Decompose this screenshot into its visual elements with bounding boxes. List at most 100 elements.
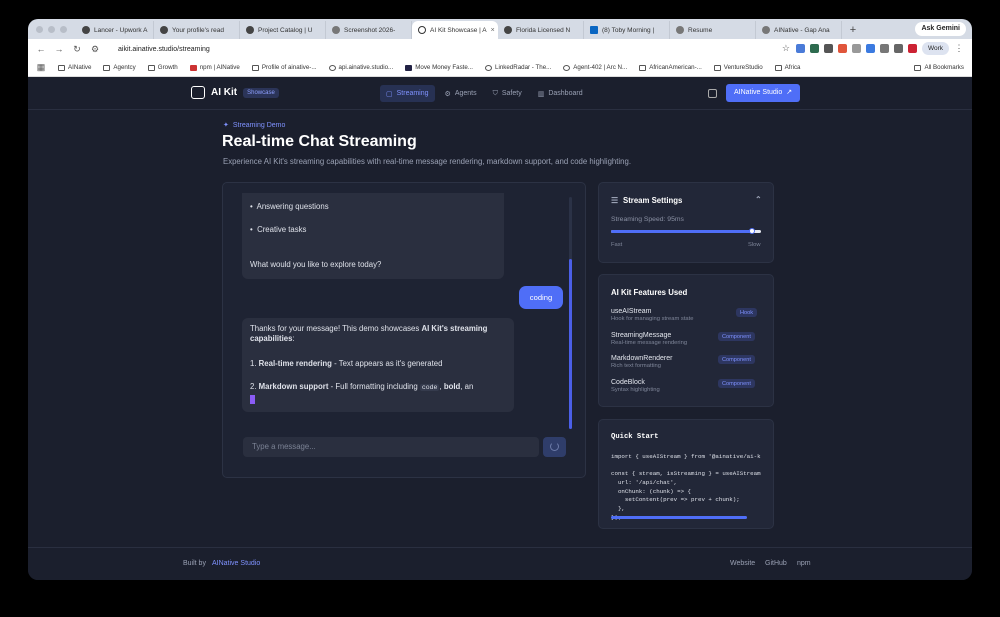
chat-logo-icon — [191, 86, 205, 99]
bookmark[interactable]: VentureStudio — [713, 64, 763, 71]
extension-icon[interactable] — [809, 44, 819, 53]
extension-icon[interactable] — [893, 44, 903, 53]
scrollbar-thumb[interactable] — [569, 259, 572, 429]
profile-button[interactable]: Work — [921, 42, 949, 55]
chat-panel: • Answering questions • Creative tasks W… — [222, 182, 586, 478]
npm-icon — [189, 64, 197, 71]
hero-tag: ✦ Streaming Demo — [223, 121, 286, 130]
upwork-icon — [82, 26, 90, 34]
nav-agents[interactable]: ⚙ Agents — [439, 85, 483, 102]
bookmarks-bar: ▦ AINative Agentcy Growth npm | AINative… — [28, 59, 972, 77]
sliders-icon: ☰ — [611, 196, 618, 205]
extension-icon[interactable] — [823, 44, 833, 53]
send-button[interactable] — [543, 437, 566, 457]
page-subtitle: Experience AI Kit's streaming capabiliti… — [223, 157, 632, 166]
slider-max-label: Slow — [748, 242, 761, 248]
bookmark[interactable]: Agentcy — [103, 64, 136, 71]
nav-streaming[interactable]: ▢ Streaming — [380, 85, 435, 102]
list-item: • Answering questions — [250, 202, 329, 211]
browser-tab-active[interactable]: AI Kit Showcase | A × — [412, 21, 498, 39]
browser-tab[interactable]: AINative - Gap Ana — [756, 21, 842, 39]
brand-logo[interactable]: AI Kit Showcase — [191, 86, 279, 99]
bookmark[interactable]: AfricanAmerican-... — [639, 64, 702, 71]
code-scrollbar[interactable] — [611, 516, 747, 519]
globe-icon — [762, 26, 770, 34]
upwork-icon — [504, 26, 512, 34]
browser-tab[interactable]: Your profile's read — [154, 21, 240, 39]
assistant-message-streaming: Thanks for your message! This demo showc… — [242, 318, 514, 412]
site-footer: Built by AINative Studio Website GitHub … — [28, 547, 972, 580]
menu-icon[interactable]: ⋮ — [954, 43, 964, 54]
speed-slider[interactable] — [611, 228, 761, 234]
extension-icon[interactable] — [837, 44, 847, 53]
message-input[interactable]: Type a message... — [243, 437, 539, 457]
page-title: Real-time Chat Streaming — [222, 133, 417, 150]
bookmark[interactable]: AINative — [58, 64, 91, 71]
all-bookmarks[interactable]: All Bookmarks — [914, 64, 964, 71]
extension-icon[interactable] — [865, 44, 875, 53]
browser-tab[interactable]: Florida Licensed N — [498, 21, 584, 39]
extension-icon[interactable] — [907, 44, 917, 53]
stream-settings-panel: ☰ Stream Settings ⌃ Streaming Speed: 95m… — [598, 182, 774, 263]
quick-start-panel: Quick Start import { useAIStream } from … — [598, 419, 774, 529]
message-intro: Thanks for your message! This demo showc… — [250, 324, 488, 344]
close-dot[interactable] — [36, 26, 43, 33]
footer-link-website[interactable]: Website — [730, 560, 755, 567]
browser-tab[interactable]: Screenshot 2026- — [326, 21, 412, 39]
footer-link-github[interactable]: GitHub — [765, 560, 787, 567]
bookmark[interactable]: Profile of ainative-... — [251, 64, 317, 71]
message-text: What would you like to explore today? — [250, 260, 382, 269]
nav-safety[interactable]: ⛉ Safety — [487, 85, 528, 102]
feature-item: CodeBlock Syntax highlighting — [611, 379, 660, 393]
sparkle-icon: ✦ — [223, 122, 229, 129]
user-message: coding — [519, 286, 563, 309]
code-block: import { useAIStream } from '@ainative/a… — [611, 453, 761, 521]
feature-tag: Component — [718, 332, 755, 341]
footer-link-npm[interactable]: npm — [797, 560, 811, 567]
bookmark[interactable]: api.ainative.studio... — [328, 64, 393, 71]
new-tab-button[interactable]: + — [846, 21, 860, 39]
minimize-dot[interactable] — [48, 26, 55, 33]
globe-icon — [676, 26, 684, 34]
nav-dashboard[interactable]: ▥ Dashboard — [532, 85, 589, 102]
browser-tab[interactable]: (8) Toby Morning | — [584, 21, 670, 39]
bookmark[interactable]: Move Money Faste... — [405, 64, 473, 71]
maximize-dot[interactable] — [60, 26, 67, 33]
inline-code: code — [419, 384, 440, 391]
bookmark[interactable]: LinkedRadar - The... — [485, 64, 551, 71]
ainative-studio-button[interactable]: AINative Studio ↗ — [726, 84, 801, 102]
site-info-icon[interactable]: ⚙ — [90, 44, 100, 55]
chat-icon: ▢ — [386, 90, 393, 98]
star-icon[interactable]: ☆ — [781, 43, 791, 54]
bookmark[interactable]: npm | AINative — [189, 64, 240, 71]
forward-icon[interactable]: → — [54, 44, 64, 54]
bookmark[interactable]: Africa — [774, 64, 801, 71]
browser-tab[interactable]: Resume — [670, 21, 756, 39]
built-by-link[interactable]: AINative Studio — [212, 560, 260, 567]
puzzle-icon[interactable] — [879, 44, 889, 53]
slider-min-label: Fast — [611, 242, 623, 248]
page-icon — [251, 64, 259, 71]
ask-gemini-button[interactable]: Ask Gemini — [915, 22, 966, 36]
back-icon[interactable]: ← — [36, 44, 46, 54]
bookmark[interactable]: Agent-402 | Arc N... — [563, 64, 627, 71]
address-bar[interactable]: aikit.ainative.studio/streaming — [118, 46, 210, 53]
extension-icon[interactable] — [851, 44, 861, 53]
folder-icon — [103, 64, 111, 71]
browser-tab[interactable]: Project Catalog | U — [240, 21, 326, 39]
panel-title: AI Kit Features Used — [611, 288, 688, 297]
extension-icon[interactable] — [795, 44, 805, 53]
browser-window: Lancer - Upwork A Your profile's read Pr… — [28, 19, 972, 580]
browser-tab[interactable]: Lancer - Upwork A — [76, 21, 154, 39]
reload-icon[interactable]: ↻ — [72, 44, 82, 55]
apps-grid-icon[interactable]: ▦ — [36, 62, 46, 73]
folder-icon — [713, 64, 721, 71]
collapse-chevron-icon[interactable]: ⌃ — [755, 195, 762, 204]
close-tab-icon[interactable]: × — [491, 27, 495, 34]
github-icon[interactable] — [708, 89, 717, 98]
panel-title: Quick Start — [611, 433, 659, 441]
cursor-icon — [250, 395, 255, 405]
bookmark[interactable]: Growth — [147, 64, 178, 71]
slider-fill — [611, 230, 752, 233]
slider-handle[interactable] — [749, 228, 755, 234]
